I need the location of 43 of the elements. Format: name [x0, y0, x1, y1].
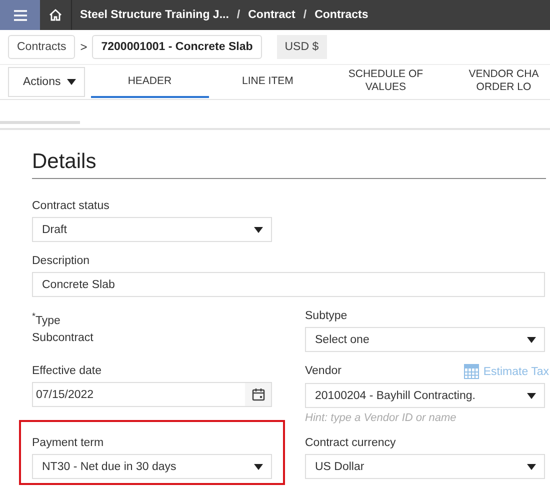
field-label: Subtype — [305, 309, 348, 323]
menu-icon — [14, 10, 26, 20]
tab[interactable]: VENDOR CHA ORDER LO — [444, 66, 550, 98]
tab[interactable]: HEADER — [90, 66, 209, 98]
record-title: 7200001001 - Concrete Slab — [92, 35, 262, 59]
dropdown[interactable]: Select one — [305, 327, 545, 352]
breadcrumb-separator: / — [303, 9, 307, 21]
tab[interactable]: SCHEDULE OF VALUES — [326, 66, 445, 98]
dropdown[interactable]: US Dollar — [305, 454, 545, 479]
dropdown-caret-icon — [527, 464, 536, 470]
dropdown-caret-icon — [527, 336, 536, 342]
dropdown[interactable]: Draft — [32, 217, 272, 242]
text-field[interactable]: Concrete Slab — [32, 272, 545, 297]
dropdown-caret-icon — [254, 464, 263, 470]
scrollbar[interactable] — [0, 121, 80, 124]
dropdown[interactable]: NT30 - Net due in 30 days — [32, 454, 272, 479]
field-label: Effective date — [32, 364, 102, 378]
breadcrumb-link[interactable]: Steel Structure Training J... — [80, 9, 229, 21]
section-title: Details — [32, 150, 546, 179]
calculator-icon — [464, 364, 480, 379]
field-label: Contract currency — [305, 436, 396, 450]
calendar-icon[interactable] — [245, 383, 271, 406]
tab[interactable]: LINE ITEM — [208, 66, 327, 98]
field-label: Payment term — [32, 436, 104, 450]
field-label: Contract status — [32, 199, 110, 213]
breadcrumb-link[interactable]: Contracts — [314, 9, 368, 21]
field-label: Description — [32, 254, 90, 268]
dropdown-caret-icon — [66, 79, 76, 85]
type-value: Subcontract — [32, 332, 94, 344]
field-label: $^{*}$Type — [32, 310, 60, 328]
dropdown-caret-icon — [527, 392, 536, 398]
breadcrumb-separator: / — [236, 9, 240, 21]
dropdown-caret-icon — [254, 226, 263, 232]
menu-button[interactable] — [0, 0, 40, 30]
breadcrumb-separator: > — [80, 40, 88, 54]
dropdown[interactable]: 20100204 - Bayhill Contracting. — [305, 383, 545, 408]
field-label: Vendor — [305, 364, 342, 378]
contracts-link[interactable]: Contracts — [8, 35, 76, 59]
date-field[interactable]: 07/15/2022 — [32, 382, 272, 407]
currency-label: USD $ — [276, 35, 327, 59]
hint-text: Hint: type a Vendor ID or name — [305, 412, 458, 424]
breadcrumb-link[interactable]: Contract — [248, 9, 296, 21]
actions-dropdown[interactable]: Actions — [8, 67, 85, 97]
